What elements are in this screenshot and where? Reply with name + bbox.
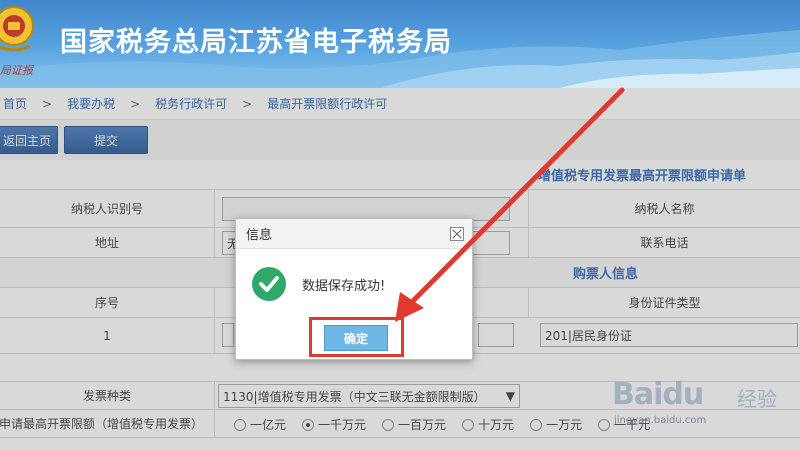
watermark-brand: Baidu <box>612 377 704 412</box>
watermark-url: jingyan.baidu.com <box>614 415 707 426</box>
annotation-highlight-box: 确定 <box>309 317 404 357</box>
success-message: 数据保存成功! <box>302 279 386 294</box>
close-icon[interactable] <box>450 227 464 241</box>
site-title: 国家税务总局江苏省电子税务局 <box>60 27 452 58</box>
watermark-cn: 经验 <box>737 387 777 411</box>
tax-bureau-emblem-icon <box>0 6 34 52</box>
baidu-watermark: Baidu 经验 jingyan.baidu.com <box>612 375 792 435</box>
dialog-header: 信息 <box>236 219 472 249</box>
info-dialog: 信息 数据保存成功! 确定 <box>235 218 473 360</box>
ok-button[interactable]: 确定 <box>324 325 388 351</box>
checkmark-icon <box>252 267 286 301</box>
dialog-body: 数据保存成功! 确定 <box>236 249 472 359</box>
dialog-title: 信息 <box>246 228 273 243</box>
seal-text: 局证报 <box>0 64 33 77</box>
header-banner: 局证报 国家税务总局江苏省电子税务局 <box>0 0 800 88</box>
